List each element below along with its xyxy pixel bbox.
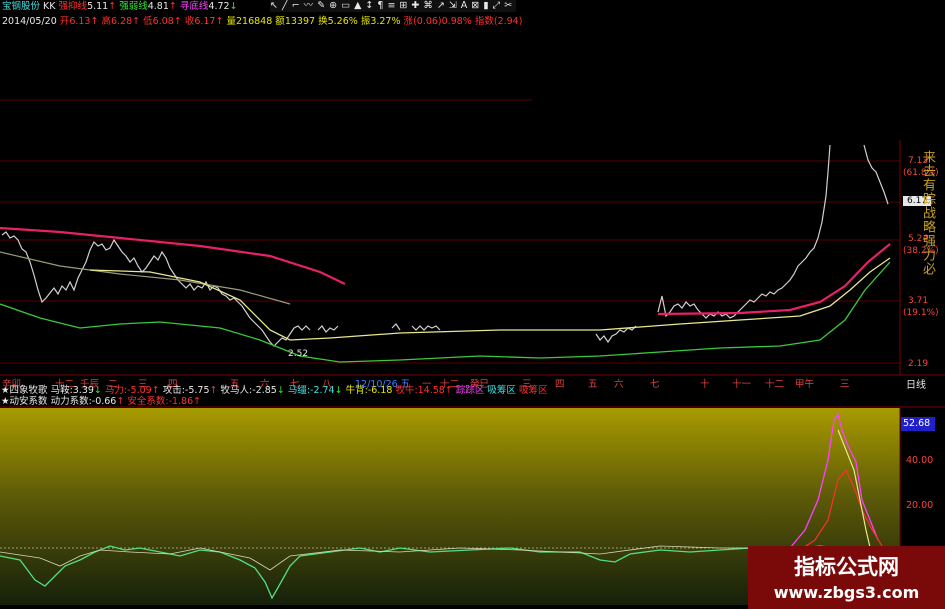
turnover-label: 换 — [318, 16, 328, 27]
toolbar-tool-icon[interactable]: ⊠ — [471, 0, 479, 11]
toolbar-tool-icon[interactable]: ⇲ — [449, 0, 457, 11]
side-strategy-text: 来去有踪战略强力必 — [920, 150, 935, 276]
change-value: (0.06)0.98% — [413, 16, 472, 27]
candles-left — [1, 231, 637, 347]
zone-tag: 踪踪区 — [455, 385, 485, 396]
toolbar-tool-icon[interactable]: ╱ — [282, 0, 288, 11]
code-tag: KK — [43, 1, 56, 12]
high-label: 高 — [101, 16, 111, 27]
header-row-1: 宝钢股份 KK 强抑线5.11↑ 强弱线4.81↑ 寻底线4.72↓ — [2, 1, 238, 13]
zone-tag: 吸筹区 — [487, 385, 516, 396]
toolbar-tool-icon[interactable]: ✂ — [504, 0, 512, 11]
watermark-url: www.zbgs3.com — [773, 583, 920, 602]
index-value: (2.94) — [493, 16, 523, 27]
strong-line-label: 强抑线 — [58, 1, 88, 12]
x-tick: 十一 — [732, 379, 752, 390]
indicator-name-1[interactable]: ★四象牧歌 — [1, 385, 48, 396]
open-value: 6.13 — [69, 16, 91, 27]
toolbar-tool-icon[interactable]: ⊞ — [399, 0, 407, 11]
ma-magenta-line — [0, 226, 346, 285]
toolbar-tool-icon[interactable]: ↕ — [365, 0, 373, 11]
x-tick: 十 — [700, 379, 710, 390]
toolbar-tool-icon[interactable]: ⌘ — [423, 0, 433, 11]
strong-line-value: 5.11 — [87, 1, 109, 12]
strong-weak-value: 4.81 — [147, 1, 169, 12]
bottom-line-label: 寻底线 — [179, 1, 209, 12]
low-price-marker: 2.52 — [288, 349, 309, 359]
ma-grey-line — [0, 251, 291, 305]
volume-value: 216848 — [236, 16, 273, 27]
toolbar-tool-icon[interactable]: ▮ — [483, 0, 488, 11]
watermark-title: 指标公式网 — [794, 555, 899, 579]
indicator-legend-2: ★动安系数 动力系数:-0.66↑ 安全系数:-1.86↑ — [1, 396, 202, 407]
low-label: 低 — [143, 16, 153, 27]
toolbar-tool-icon[interactable]: ⤢ — [492, 0, 500, 11]
price-label-2-19: 2.19 — [908, 359, 929, 369]
close-value: 6.17 — [194, 16, 216, 27]
turnover-value: 5.26% — [327, 16, 358, 27]
toolbar-tool-icon[interactable]: ¶ — [377, 0, 383, 11]
price-label-3-71: 3.71 — [908, 296, 929, 306]
bottom-line-value: 4.72 — [208, 1, 230, 12]
toolbar-tool-icon[interactable]: ✎ — [317, 0, 325, 11]
kline-chart-canvas[interactable] — [0, 0, 945, 609]
sub-axis-label: 20.00 — [906, 500, 934, 511]
stock-name[interactable]: 宝钢股份 — [2, 1, 40, 12]
header-row-2: 2014/05/20 开6.13↑ 高6.28↑ 低6.08↑ 收6.17↑ 量… — [2, 16, 523, 27]
price-label-19-1: (19.1%) — [903, 308, 939, 318]
ma-yellow-line — [89, 257, 891, 341]
toolbar-tool-icon[interactable]: A — [461, 0, 468, 11]
toolbar-tool-icon[interactable]: ▭ — [341, 0, 350, 11]
period-daily-label[interactable]: 日线 — [906, 376, 926, 391]
volume-label: 量 — [226, 16, 236, 27]
drawing-toolbar: ↖ ╱ ⌐ 〰 ✎ ⊕ ▭ ▲ ↕ ¶ ≡ ⊞ ✚ ⌘ ↗ ⇲ A ⊠ ▮ ⤢ ✂ — [270, 0, 517, 12]
change-label: 涨 — [403, 16, 414, 27]
up-arrow-icon: ↑ — [108, 1, 117, 12]
sub-axis-label-top: 52.68 — [903, 418, 931, 429]
amount-label: 额 — [275, 16, 285, 27]
x-tick: 甲午 — [795, 379, 815, 390]
zone-tag: 吸筹区 — [518, 385, 548, 396]
x-tick: 六 — [614, 379, 624, 390]
low-value: 6.08 — [152, 16, 174, 27]
toolbar-tool-icon[interactable]: ✚ — [411, 0, 419, 11]
sub-axis-label: 40.00 — [906, 455, 934, 466]
toolbar-tool-icon[interactable]: 〰 — [304, 0, 314, 11]
toolbar-tool-icon[interactable]: ▲ — [354, 0, 361, 11]
indicator-name-2[interactable]: ★动安系数 — [1, 396, 48, 407]
index-label: 指数 — [474, 16, 494, 27]
x-tick: 十二 — [765, 379, 785, 390]
x-tick: 五 — [588, 379, 598, 390]
site-watermark: 指标公式网 www.zbgs3.com — [748, 546, 945, 609]
toolbar-tool-icon[interactable]: ↗ — [437, 0, 445, 11]
down-arrow-icon: ↓ — [229, 1, 238, 12]
x-tick: 三 — [840, 379, 850, 390]
bar-date: 2014/05/20 — [2, 16, 57, 27]
strong-weak-label: 强弱线 — [119, 1, 148, 12]
amplitude-label: 振 — [360, 16, 371, 27]
toolbar-tool-icon[interactable]: ↖ — [270, 0, 278, 11]
toolbar-tool-icon[interactable]: ≡ — [387, 0, 395, 11]
ma-magenta-line-right — [657, 243, 891, 316]
high-value: 6.28 — [110, 16, 133, 27]
toolbar-tool-icon[interactable]: ⊕ — [329, 0, 337, 11]
x-tick: 四 — [555, 379, 565, 390]
x-tick: 七 — [650, 379, 660, 390]
close-label: 收 — [184, 16, 195, 27]
open-label: 开 — [59, 16, 70, 27]
candles-right — [657, 144, 889, 319]
amplitude-value: 3.27% — [370, 16, 401, 27]
up-arrow-icon: ↑ — [168, 1, 177, 12]
toolbar-tool-icon[interactable]: ⌐ — [292, 0, 300, 11]
amount-value: 13397 — [284, 16, 316, 27]
